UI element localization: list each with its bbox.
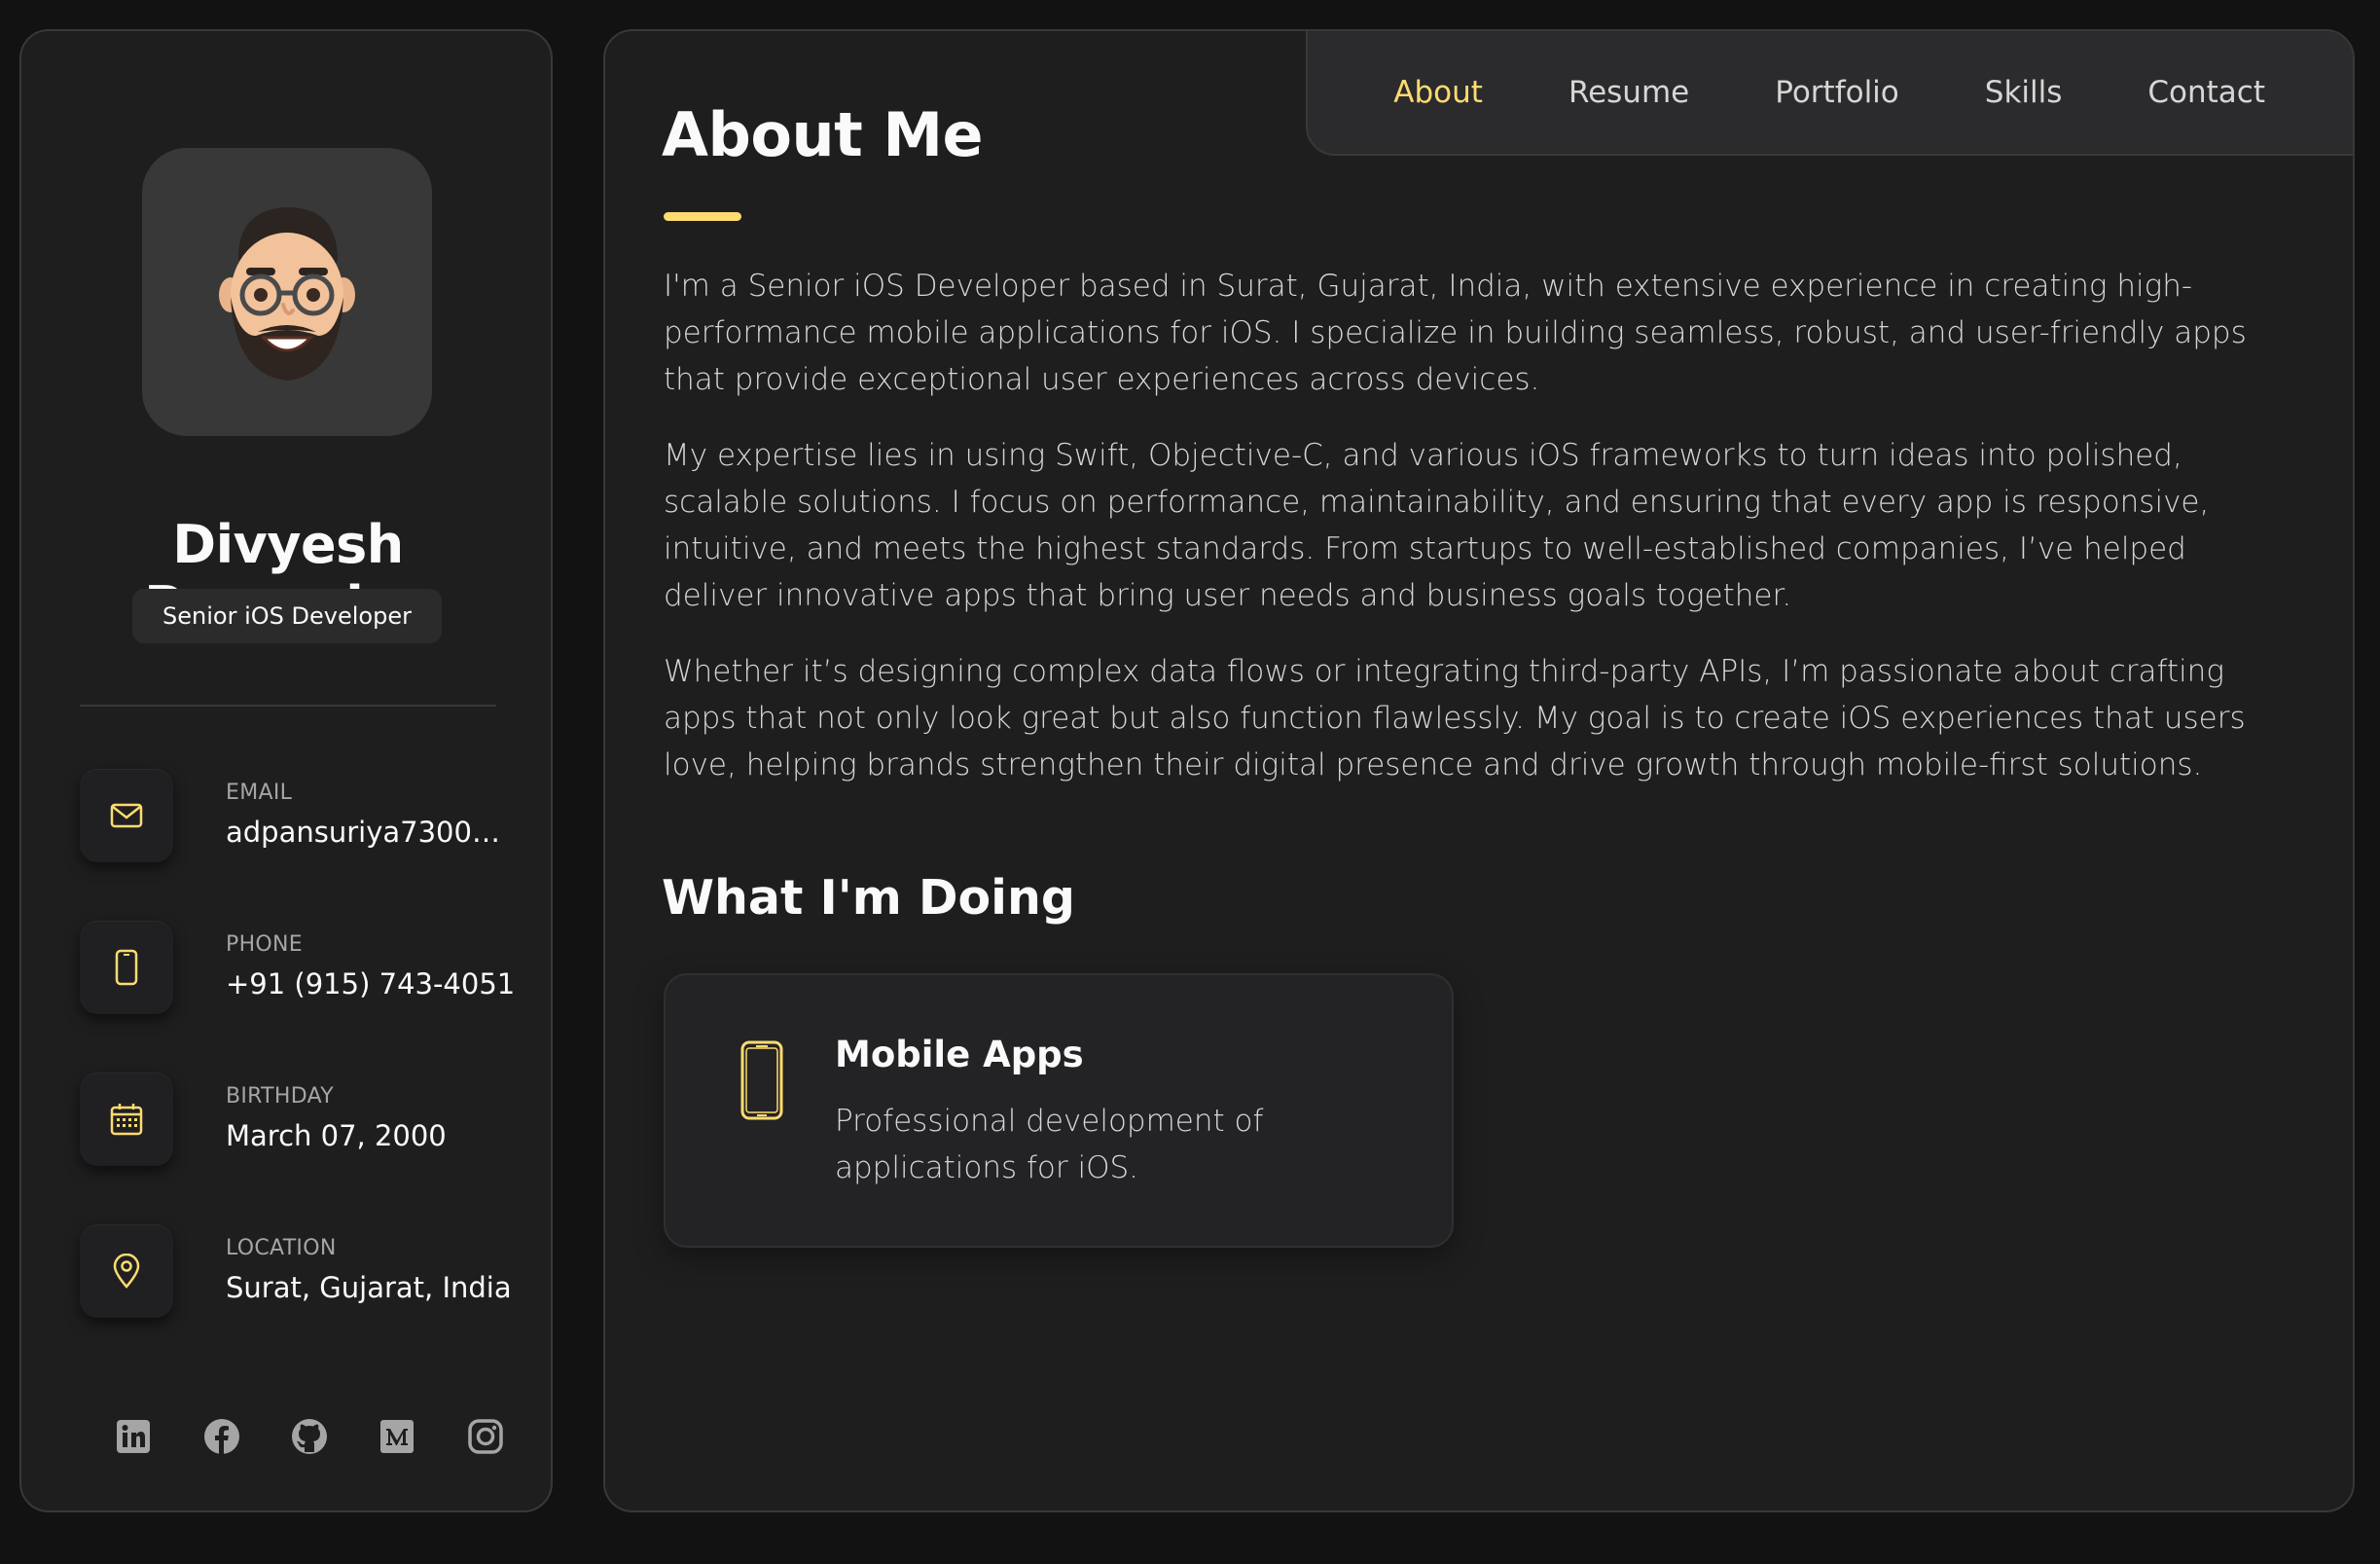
github-icon[interactable]: [291, 1417, 328, 1456]
social-links: [115, 1417, 504, 1460]
page-title: About Me: [662, 99, 984, 170]
service-card: Mobile Apps Professional development of …: [664, 973, 1454, 1248]
main-panel: About Resume Portfolio Skills Contact Ab…: [603, 29, 2355, 1512]
contact-phone-value[interactable]: +91 (915) 743-4051: [226, 967, 518, 1000]
contact-email: EMAIL adpansuriya7300@...: [80, 769, 527, 866]
medium-icon[interactable]: [379, 1417, 415, 1456]
avatar: [142, 148, 432, 436]
nav-portfolio[interactable]: Portfolio: [1775, 75, 1899, 110]
contact-phone-label: PHONE: [226, 932, 303, 957]
title-accent-bar: [664, 212, 741, 221]
contact-location: LOCATION Surat, Gujarat, India: [80, 1224, 527, 1322]
contact-birthday: BIRTHDAY March 07, 2000: [80, 1073, 527, 1170]
contact-birthday-label: BIRTHDAY: [226, 1084, 334, 1109]
service-title: Mobile Apps: [835, 1034, 1084, 1075]
services-title: What I'm Doing: [662, 870, 1075, 926]
nav-resume[interactable]: Resume: [1569, 75, 1689, 110]
facebook-icon[interactable]: [202, 1417, 239, 1456]
calendar-icon: [80, 1073, 173, 1166]
nav-contact[interactable]: Contact: [2147, 75, 2265, 110]
contact-location-label: LOCATION: [226, 1236, 337, 1260]
memoji-avatar-icon: [219, 207, 355, 381]
instagram-icon[interactable]: [467, 1417, 504, 1456]
service-description: Professional development of applications…: [835, 1104, 1264, 1185]
sidebar-separator: [80, 705, 496, 707]
about-paragraph: My expertise lies in using Swift, Object…: [664, 438, 2210, 613]
location-pin-icon: [80, 1224, 173, 1318]
contact-email-label: EMAIL: [226, 781, 293, 805]
linkedin-icon[interactable]: [115, 1417, 152, 1456]
sidebar: Divyesh Pansuriya Senior iOS Developer E…: [19, 29, 553, 1512]
about-text: I'm a Senior iOS Developer based in Sura…: [664, 263, 2298, 818]
nav-skills[interactable]: Skills: [1985, 75, 2063, 110]
contact-location-value: Surat, Gujarat, India: [226, 1271, 512, 1304]
top-navbar: About Resume Portfolio Skills Contact: [1306, 31, 2353, 156]
smartphone-icon: [739, 1039, 784, 1125]
about-paragraph: I'm a Senior iOS Developer based in Sura…: [664, 269, 2247, 397]
contact-birthday-value: March 07, 2000: [226, 1119, 447, 1152]
phone-icon: [80, 921, 173, 1014]
contact-phone: PHONE +91 (915) 743-4051: [80, 921, 527, 1018]
nav-about[interactable]: About: [1393, 75, 1483, 110]
about-paragraph: Whether it’s designing complex data flow…: [664, 654, 2246, 782]
mail-icon: [80, 769, 173, 862]
profile-title-badge: Senior iOS Developer: [132, 589, 442, 643]
contact-email-value[interactable]: adpansuriya7300@...: [226, 816, 518, 849]
